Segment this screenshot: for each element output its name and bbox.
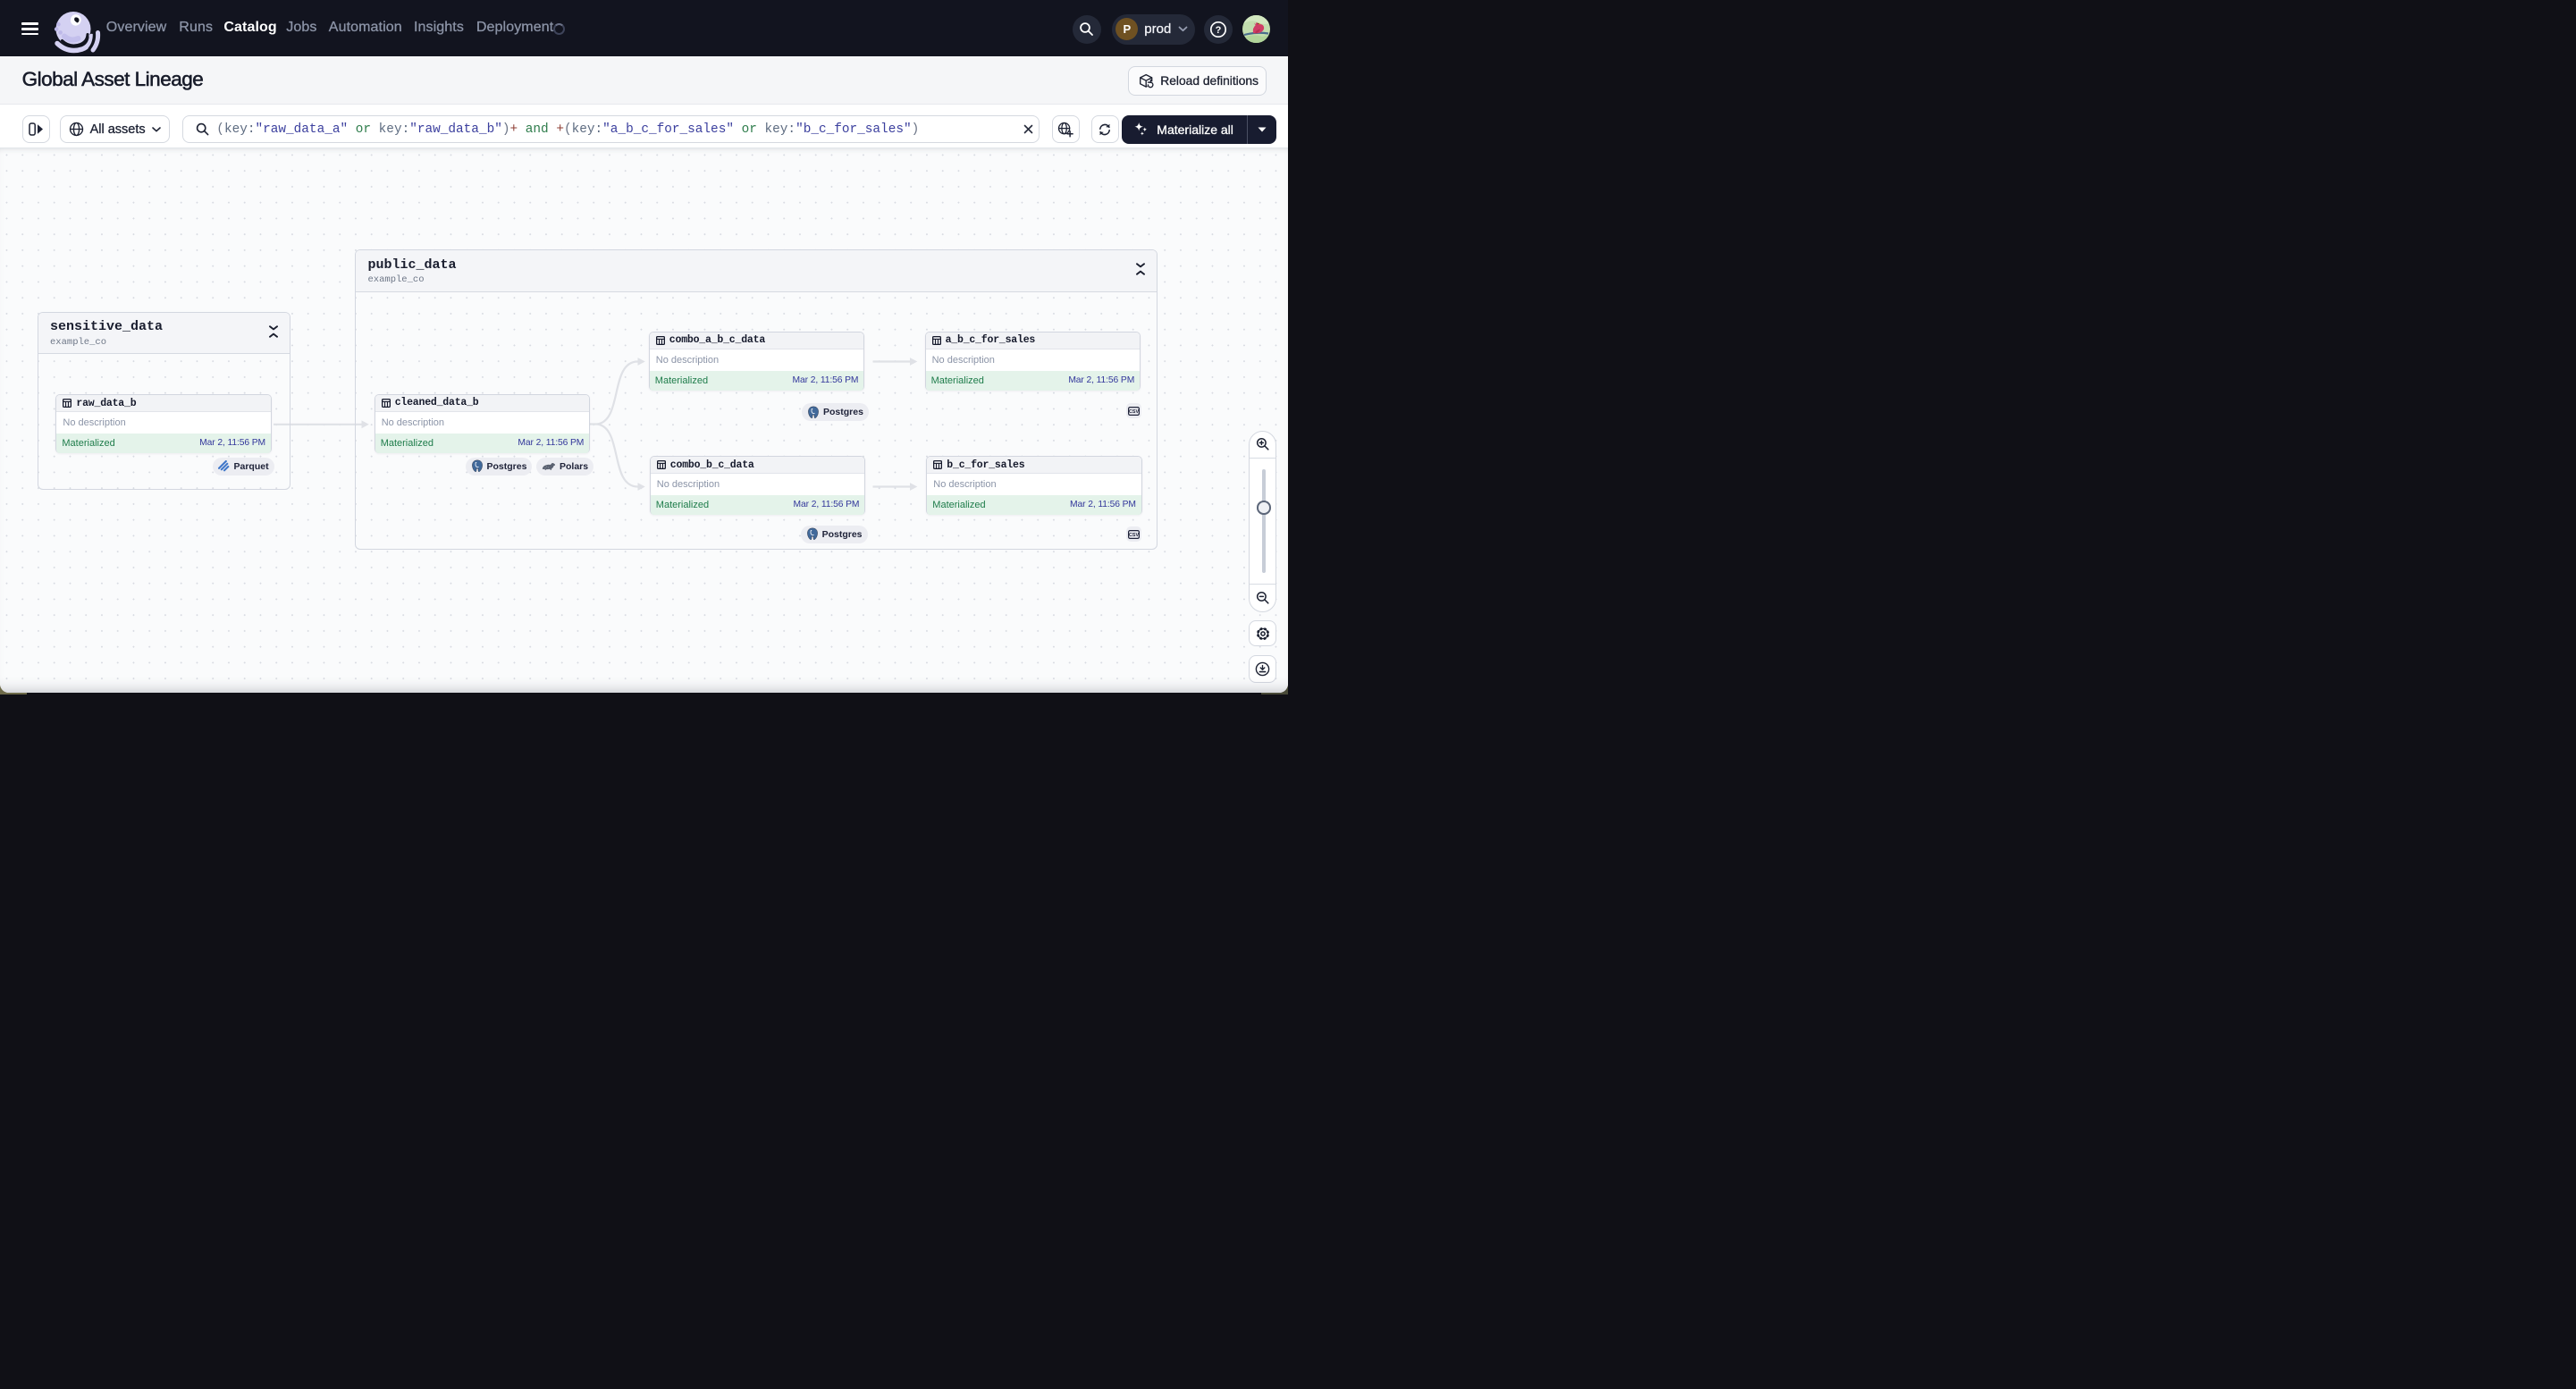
svg-text:CSV: CSV [1128,533,1138,538]
svg-text:CSV: CSV [1128,409,1138,415]
svg-text:?: ? [1215,25,1221,36]
